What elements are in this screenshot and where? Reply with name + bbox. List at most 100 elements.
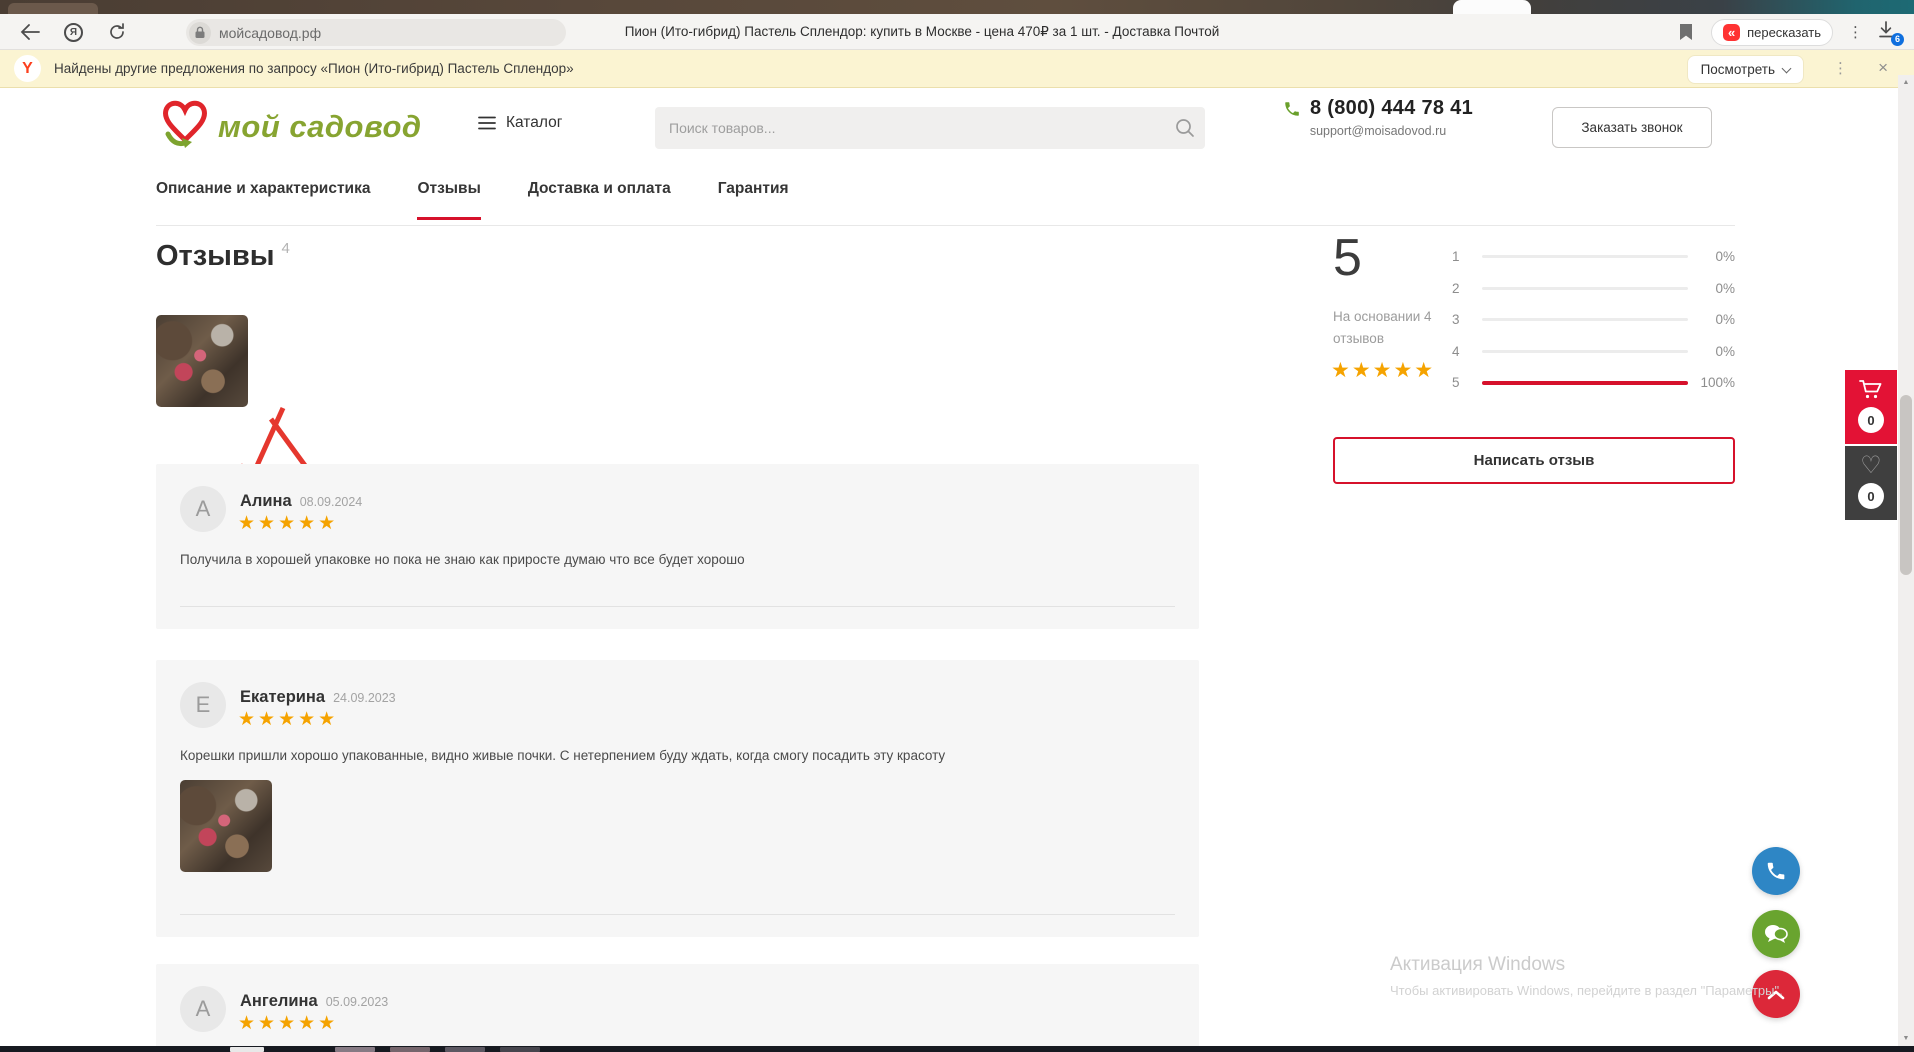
heart-icon: ♡ bbox=[1845, 451, 1897, 480]
distribution-bar bbox=[1482, 381, 1688, 385]
browser-active-tab[interactable] bbox=[1453, 0, 1531, 14]
distribution-percent: 0% bbox=[1688, 281, 1735, 296]
infobar-close-icon[interactable]: × bbox=[1878, 58, 1888, 78]
reviews-count: 4 bbox=[282, 240, 290, 257]
distribution-star-label: 4 bbox=[1452, 344, 1470, 359]
review-date: 08.09.2024 bbox=[300, 495, 363, 509]
catalog-button[interactable]: Каталог bbox=[478, 114, 562, 132]
distribution-row: 5 100% bbox=[1452, 367, 1735, 399]
review-date: 05.09.2023 bbox=[326, 995, 389, 1009]
review-photo[interactable] bbox=[180, 780, 272, 872]
cart-icon bbox=[1845, 379, 1897, 401]
review-text: Получила в хорошей упаковке но пока не з… bbox=[180, 550, 1160, 569]
write-review-label: Написать отзыв bbox=[1474, 452, 1595, 469]
product-tabs: Описание и характеристика Отзывы Доставк… bbox=[156, 180, 789, 220]
callback-button[interactable]: Заказать звонок bbox=[1552, 107, 1712, 148]
yandex-letter: Я bbox=[70, 27, 77, 38]
downloads-button[interactable]: 6 bbox=[1878, 21, 1898, 43]
lock-icon[interactable] bbox=[189, 22, 211, 44]
distribution-bar bbox=[1482, 318, 1688, 321]
tabs-divider bbox=[156, 225, 1735, 226]
taskbar-app[interactable] bbox=[230, 1047, 264, 1052]
review-card: А Алина08.09.2024 ★★★★★ Получила в хорош… bbox=[156, 464, 1199, 629]
tab-warranty[interactable]: Гарантия bbox=[718, 180, 789, 220]
page-scrollbar[interactable]: ▲ ▼ bbox=[1898, 75, 1914, 1046]
avatar: А bbox=[180, 986, 226, 1032]
distribution-row: 3 0% bbox=[1452, 304, 1735, 336]
taskbar-app[interactable] bbox=[390, 1047, 430, 1052]
phone-icon bbox=[1765, 860, 1787, 882]
offers-infobar: Y Найдены другие предложения по запросу … bbox=[0, 50, 1914, 88]
taskbar-sliver bbox=[0, 1046, 1914, 1052]
yandex-home-icon[interactable]: Я bbox=[64, 23, 83, 42]
hamburger-icon bbox=[478, 116, 496, 130]
toolbar-right-group: « пересказать ⋮ 6 bbox=[1676, 14, 1898, 50]
cart-button[interactable]: 0 bbox=[1845, 370, 1897, 444]
back-icon[interactable] bbox=[20, 22, 40, 42]
infobar-menu-icon[interactable]: ⋮ bbox=[1833, 61, 1848, 76]
avatar: Е bbox=[180, 682, 226, 728]
distribution-star-label: 3 bbox=[1452, 312, 1470, 327]
tab-delivery[interactable]: Доставка и оплата bbox=[528, 180, 671, 220]
phone-number[interactable]: 8 (800) 444 78 41 bbox=[1310, 97, 1473, 120]
rating-basis: На основании 4 отзывов bbox=[1333, 306, 1463, 350]
yandex-logo-icon: Y bbox=[14, 55, 41, 82]
avatar: А bbox=[180, 486, 226, 532]
taskbar-app[interactable] bbox=[500, 1047, 540, 1052]
downloads-badge: 6 bbox=[1891, 33, 1904, 46]
scrollbar-down-icon[interactable]: ▼ bbox=[1898, 1035, 1914, 1042]
reviews-heading: Отзывы4 bbox=[156, 240, 290, 273]
browser-tab-strip bbox=[0, 0, 1914, 14]
search-icon[interactable] bbox=[1165, 118, 1205, 138]
distribution-percent: 0% bbox=[1688, 344, 1735, 359]
review-stars: ★★★★★ bbox=[238, 512, 338, 535]
review-date: 24.09.2023 bbox=[333, 691, 396, 705]
chat-icon bbox=[1764, 923, 1788, 945]
url-bar[interactable]: мойсадовод.рф bbox=[186, 19, 566, 46]
taskbar-app[interactable] bbox=[335, 1047, 375, 1052]
tab-description[interactable]: Описание и характеристика bbox=[156, 180, 370, 220]
search-input[interactable] bbox=[655, 107, 1165, 149]
phone-icon bbox=[1283, 100, 1301, 118]
windows-activation-watermark: Активация Windows Чтобы активировать Win… bbox=[1390, 954, 1783, 998]
logo-heart-icon bbox=[158, 96, 212, 158]
review-card: Е Екатерина 24.09.2023 ★★★★★ Корешки приш… bbox=[156, 660, 1199, 937]
scrollbar-thumb[interactable] bbox=[1900, 395, 1912, 575]
write-review-button[interactable]: Написать отзыв bbox=[1333, 437, 1735, 484]
taskbar-app[interactable] bbox=[445, 1047, 485, 1052]
distribution-bar bbox=[1482, 350, 1688, 353]
review-author: Ангелина05.09.2023 bbox=[240, 992, 388, 1011]
review-divider bbox=[180, 606, 1175, 607]
retell-icon: « bbox=[1723, 24, 1740, 41]
review-author: Екатерина 24.09.2023 bbox=[240, 688, 396, 707]
favorites-button[interactable]: ♡ 0 bbox=[1845, 446, 1897, 520]
watermark-line1: Активация Windows bbox=[1390, 954, 1783, 976]
support-email[interactable]: support@moisadovod.ru bbox=[1283, 124, 1473, 138]
chevron-down-icon bbox=[1782, 63, 1792, 73]
view-offers-button[interactable]: Посмотреть bbox=[1687, 55, 1804, 84]
review-gallery-thumbnail[interactable] bbox=[156, 315, 248, 407]
distribution-percent: 100% bbox=[1688, 375, 1735, 390]
review-author-name: Екатерина bbox=[240, 688, 325, 706]
distribution-star-label: 5 bbox=[1452, 375, 1470, 390]
toolbar-menu-icon[interactable]: ⋮ bbox=[1848, 25, 1863, 40]
browser-tab[interactable] bbox=[8, 3, 98, 14]
favorites-count-badge: 0 bbox=[1858, 483, 1884, 509]
site-logo[interactable]: мой садовод bbox=[158, 96, 422, 158]
call-fab-button[interactable] bbox=[1752, 847, 1800, 895]
review-stars: ★★★★★ bbox=[238, 708, 338, 731]
review-text: Корешки пришли хорошо упакованные, видно… bbox=[180, 746, 1160, 765]
retell-button[interactable]: « пересказать bbox=[1711, 19, 1833, 46]
bookmark-icon[interactable] bbox=[1676, 22, 1696, 42]
search-box bbox=[655, 107, 1205, 149]
chat-fab-button[interactable] bbox=[1752, 910, 1800, 958]
scrollbar-up-icon[interactable]: ▲ bbox=[1898, 79, 1914, 86]
tab-reviews[interactable]: Отзывы bbox=[417, 180, 480, 220]
url-text: мойсадовод.рф bbox=[219, 25, 321, 41]
catalog-label: Каталог bbox=[506, 114, 562, 132]
distribution-row: 2 0% bbox=[1452, 273, 1735, 305]
review-stars: ★★★★★ bbox=[238, 1012, 338, 1035]
distribution-bar bbox=[1482, 287, 1688, 290]
contact-block: 8 (800) 444 78 41 support@moisadovod.ru bbox=[1283, 97, 1473, 138]
refresh-icon[interactable] bbox=[107, 22, 127, 42]
